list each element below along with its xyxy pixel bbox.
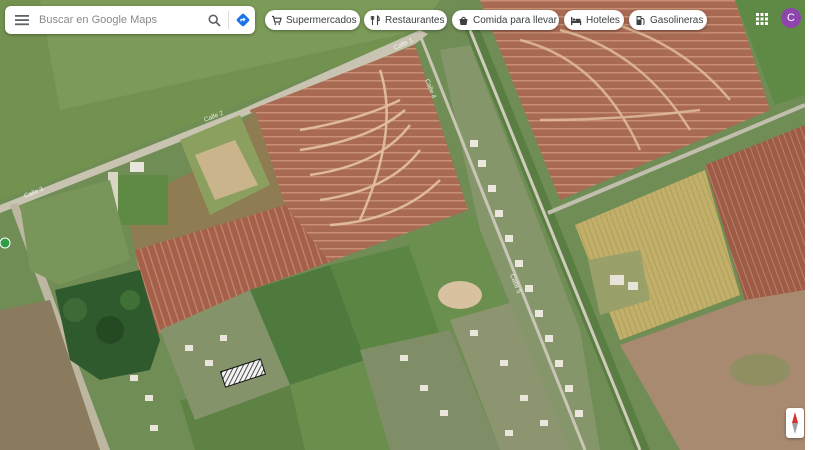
page-margin bbox=[805, 0, 813, 450]
gas-pump-icon bbox=[636, 15, 645, 25]
chip-label: Supermercados bbox=[286, 14, 357, 26]
bed-icon bbox=[571, 16, 582, 25]
search-box: Buscar en Google Maps bbox=[5, 6, 255, 34]
chip-label: Gasolineras bbox=[650, 14, 704, 26]
chip-supermarkets[interactable]: Supermercados bbox=[265, 10, 360, 30]
green-lot bbox=[118, 175, 168, 225]
divider bbox=[228, 11, 229, 29]
fork-knife-icon bbox=[370, 14, 380, 25]
account-avatar[interactable]: C bbox=[781, 8, 801, 28]
apps-grid-icon[interactable] bbox=[755, 12, 769, 26]
chip-restaurants[interactable]: Restaurantes bbox=[364, 10, 447, 30]
chip-label: Hoteles bbox=[586, 14, 620, 26]
search-input[interactable]: Buscar en Google Maps bbox=[39, 14, 202, 26]
chip-gas-stations[interactable]: Gasolineras bbox=[629, 10, 707, 30]
takeout-icon bbox=[459, 16, 468, 25]
chip-takeout[interactable]: Comida para llevar bbox=[452, 10, 559, 30]
satellite-map[interactable]: Calle 1 Calle 2 Calle 3 Calle 4 Calle 5 bbox=[0, 0, 805, 450]
place-marker-icon bbox=[0, 237, 11, 249]
hamburger-menu-icon[interactable] bbox=[5, 6, 39, 34]
cart-icon bbox=[272, 15, 282, 25]
chip-label: Restaurantes bbox=[385, 14, 445, 26]
chip-label: Comida para llevar bbox=[473, 14, 557, 26]
directions-icon[interactable] bbox=[231, 6, 255, 34]
compass-icon[interactable] bbox=[786, 408, 804, 438]
chip-hotels[interactable]: Hoteles bbox=[564, 10, 624, 30]
search-icon[interactable] bbox=[202, 6, 226, 34]
